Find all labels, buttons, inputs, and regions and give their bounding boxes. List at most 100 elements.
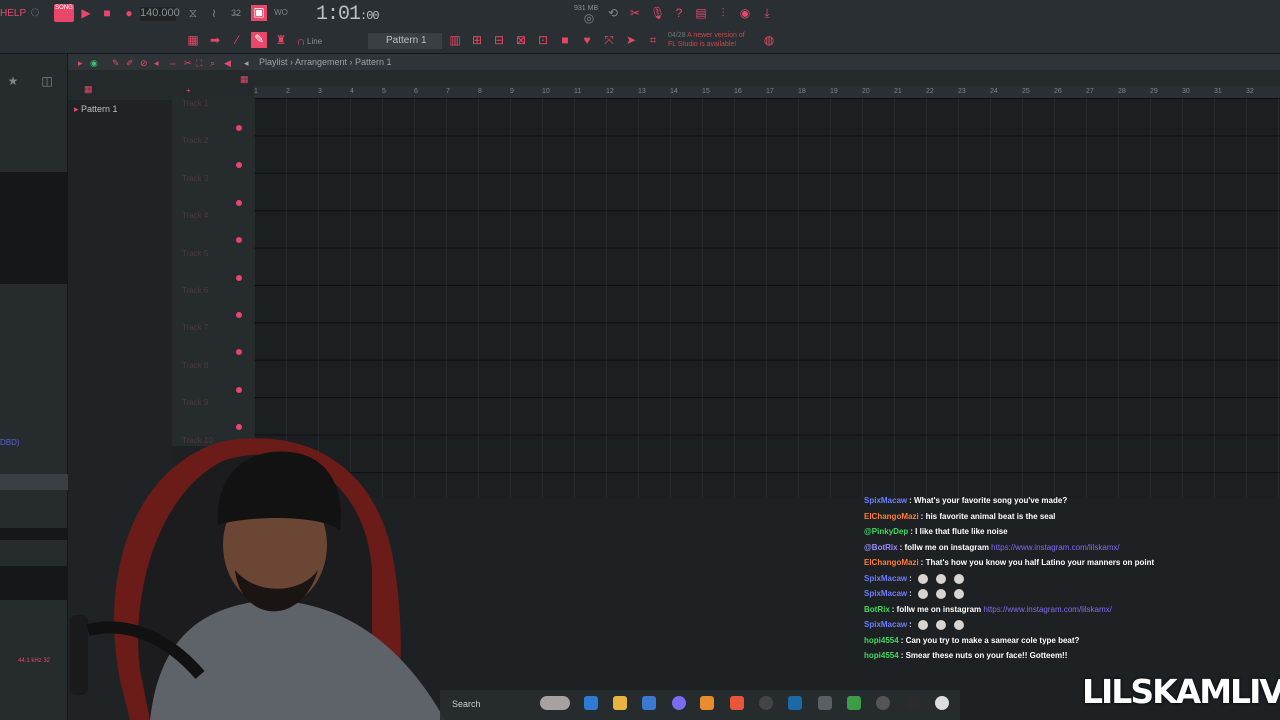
snap-mode[interactable]: Line bbox=[307, 37, 322, 46]
app-icon[interactable] bbox=[818, 696, 832, 710]
browser-icon[interactable]: ⊡ bbox=[536, 33, 550, 47]
timeline-ruler[interactable]: 1 2 3 4 5 6 7 8 9 10 11 12 13 14 15 16 17 18 19 20 21 22 23 24 2… bbox=[254, 86, 1280, 98]
help-menu[interactable]: HELP bbox=[0, 8, 26, 19]
chat-username[interactable]: BotRix bbox=[864, 605, 890, 614]
pattern-song-toggle[interactable]: SONG bbox=[54, 4, 74, 22]
step-edit-icon[interactable]: 3̶2 bbox=[229, 6, 243, 20]
picker-toggle-icon[interactable]: ▦ bbox=[84, 84, 93, 95]
undo-icon[interactable]: ⟲ bbox=[606, 6, 620, 20]
blend-recording-icon[interactable]: ▣ bbox=[251, 5, 267, 21]
track-label[interactable]: Track 4 bbox=[182, 211, 208, 220]
save-icon[interactable]: ▤ bbox=[694, 6, 708, 20]
draw-mode-icon[interactable]: ✎ bbox=[112, 58, 120, 69]
chat-username[interactable]: ElChangoMazi bbox=[864, 512, 919, 521]
track-mute-dot[interactable] bbox=[236, 199, 242, 206]
news-panel[interactable]: 04/28 A newer version of FL Studio is av… bbox=[668, 31, 745, 49]
draw-tool-icon[interactable]: ✎ bbox=[251, 32, 267, 48]
file-explorer-icon[interactable] bbox=[613, 696, 627, 710]
chat-username[interactable]: hopi4554 bbox=[864, 636, 899, 645]
plugin-icon[interactable]: ⊠ bbox=[514, 33, 528, 47]
ak-icon[interactable] bbox=[876, 696, 890, 710]
tempo-display[interactable]: 140.000 bbox=[140, 7, 180, 21]
track-label[interactable]: Track 5 bbox=[182, 249, 208, 258]
tools-icon[interactable]: ✂ bbox=[628, 6, 642, 20]
arrow-tool-icon[interactable]: ➡ bbox=[208, 33, 222, 47]
magnet-icon[interactable]: ∩ bbox=[294, 34, 308, 48]
track-label[interactable]: Track 8 bbox=[182, 361, 208, 370]
chat-username[interactable]: SpixMacaw bbox=[864, 574, 907, 583]
playlist-options-icon[interactable]: ◂ bbox=[244, 58, 249, 69]
wait-input-icon[interactable]: ≀ bbox=[207, 6, 221, 20]
media-player-icon[interactable] bbox=[935, 696, 949, 710]
mute-mode-icon[interactable]: ◂ bbox=[154, 58, 159, 69]
snap-icon[interactable]: ◉ bbox=[90, 58, 98, 69]
microphone-icon[interactable]: 🎙 bbox=[650, 6, 665, 20]
mixer-view-icon[interactable]: ⊟ bbox=[492, 33, 506, 47]
mixer-icon[interactable]: ⫶ bbox=[716, 6, 730, 20]
track-mute-dot[interactable] bbox=[236, 125, 242, 131]
chat-username[interactable]: SpixMacaw bbox=[864, 620, 907, 629]
vst-icon[interactable]: ➤ bbox=[624, 33, 638, 47]
slip-mode-icon[interactable]: ⇔ bbox=[168, 58, 177, 68]
metronome-icon[interactable]: ⧖ bbox=[186, 6, 200, 20]
touch-keyboard-icon[interactable]: ⤧ bbox=[602, 33, 616, 47]
discord-icon[interactable] bbox=[672, 696, 686, 710]
track-label[interactable]: Track 2 bbox=[182, 136, 208, 145]
chat-username[interactable]: SpixMacaw bbox=[864, 496, 907, 505]
chat-username[interactable]: ElChangoMazi bbox=[864, 558, 919, 567]
track-mute-dot[interactable] bbox=[236, 274, 242, 281]
chat-username[interactable]: hopi4554 bbox=[864, 651, 899, 660]
track-label[interactable]: Track 6 bbox=[182, 286, 208, 295]
download-icon[interactable]: ⤓ bbox=[760, 6, 774, 20]
brave-icon[interactable] bbox=[730, 696, 744, 710]
channel-rack-icon[interactable]: ▥ bbox=[448, 33, 462, 47]
track-label[interactable]: Track 7 bbox=[182, 323, 208, 332]
help-icon[interactable]: ? bbox=[672, 6, 686, 20]
chat-username[interactable]: @PinkyDep bbox=[864, 527, 908, 536]
obs-icon[interactable] bbox=[759, 696, 773, 710]
pattern-selector[interactable]: Pattern 1 bbox=[368, 33, 442, 49]
taskbar-widget-icon[interactable] bbox=[540, 696, 570, 710]
chat-username[interactable]: @BotRix bbox=[864, 543, 898, 552]
chat-link[interactable]: https://www.instagram.com/lilskamx/ bbox=[983, 605, 1111, 614]
folder-icon[interactable]: ◫ bbox=[40, 74, 54, 88]
chat-icon[interactable]: ◉ bbox=[738, 6, 752, 20]
store-icon[interactable] bbox=[642, 696, 656, 710]
remote-icon[interactable]: ⌗ bbox=[646, 33, 660, 47]
capcut-icon[interactable] bbox=[906, 696, 920, 710]
paint-tool-icon[interactable]: ♜ bbox=[274, 33, 288, 47]
copilot-icon[interactable] bbox=[584, 696, 598, 710]
playlist-menu-arrow-icon[interactable]: ▸ bbox=[78, 58, 83, 69]
track-lock-icon[interactable]: ▦ bbox=[240, 74, 249, 85]
track-label[interactable]: Track 9 bbox=[182, 398, 208, 407]
project-icon[interactable]: ■ bbox=[558, 33, 572, 47]
delete-mode-icon[interactable]: ⊘ bbox=[140, 58, 148, 69]
play-icon[interactable]: ▶ bbox=[79, 6, 93, 20]
steam-icon[interactable] bbox=[788, 696, 802, 710]
playlist-tool-icon[interactable]: ▦ bbox=[186, 33, 200, 47]
layers-icon[interactable] bbox=[847, 696, 861, 710]
chat-username[interactable]: SpixMacaw bbox=[864, 589, 907, 598]
record-icon[interactable]: ● bbox=[122, 6, 136, 20]
star-icon[interactable]: ★ bbox=[6, 74, 20, 88]
fl-studio-taskbar-icon[interactable] bbox=[700, 696, 714, 710]
taskbar-search[interactable]: Search bbox=[452, 699, 481, 709]
track-mute-dot[interactable] bbox=[236, 312, 242, 318]
paint-mode-icon[interactable]: ✐ bbox=[126, 58, 134, 69]
plugin-picker-icon[interactable]: ♥ bbox=[580, 33, 594, 47]
pattern-picker-item[interactable]: ▸ Pattern 1 bbox=[74, 104, 118, 115]
brush-tool-icon[interactable]: ⁄ bbox=[230, 33, 244, 47]
track-label[interactable]: Track 3 bbox=[182, 174, 208, 183]
slice-mode-icon[interactable]: ✂ bbox=[184, 58, 192, 69]
track-label[interactable]: Track 1 bbox=[182, 99, 208, 108]
select-mode-icon[interactable]: ⛶ bbox=[196, 58, 202, 69]
chat-link[interactable]: https://www.instagram.com/lilskamx/ bbox=[991, 543, 1119, 552]
news-refresh-icon[interactable]: ◍ bbox=[762, 33, 776, 47]
add-track-icon[interactable]: + bbox=[186, 86, 191, 95]
playback-mode-icon[interactable]: ◀ bbox=[224, 58, 231, 69]
track-mute-dot[interactable] bbox=[236, 386, 242, 393]
piano-roll-icon[interactable]: ⊞ bbox=[470, 33, 484, 47]
stop-icon[interactable]: ■ bbox=[100, 6, 114, 20]
zoom-mode-icon[interactable]: ⌕ bbox=[210, 58, 215, 69]
loop-record-icon[interactable]: WO bbox=[274, 6, 288, 20]
